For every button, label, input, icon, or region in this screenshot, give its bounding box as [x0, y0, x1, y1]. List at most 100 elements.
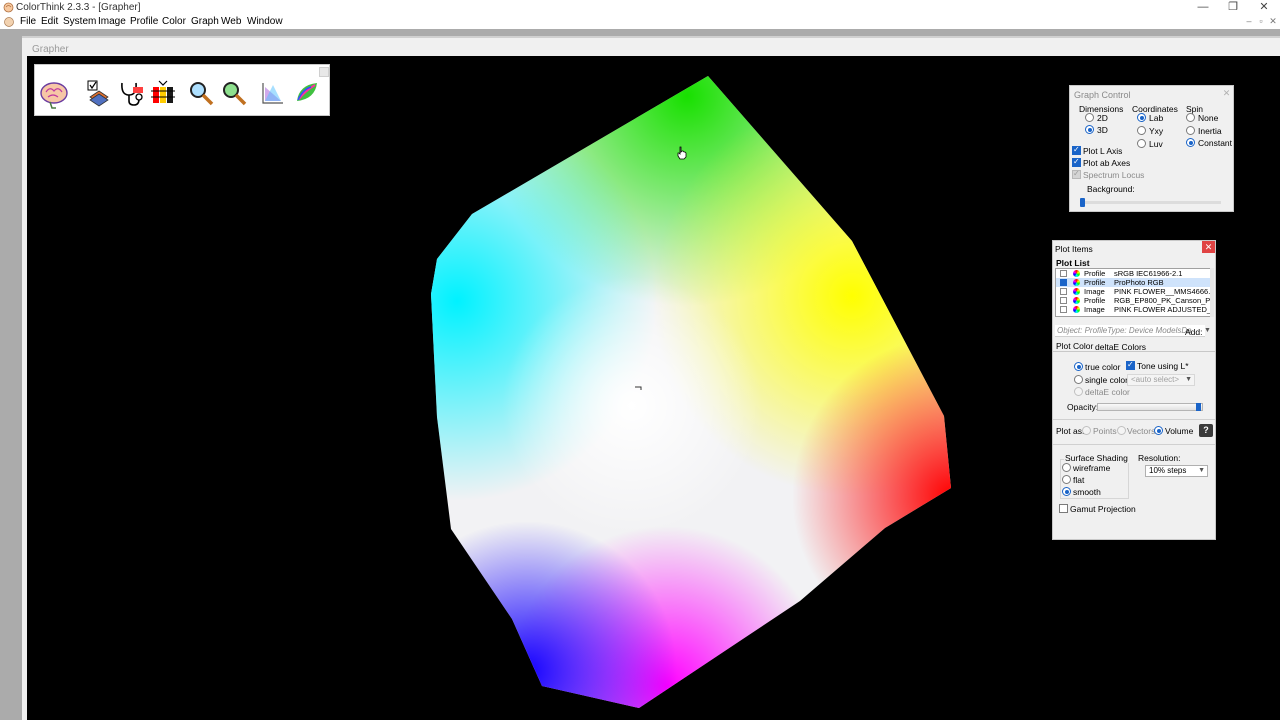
section-divider: [1053, 444, 1215, 445]
zoom-out-icon[interactable]: [220, 79, 248, 107]
plot-list-row[interactable]: Profile RGB_EP800_PK_Canson_Pl...: [1056, 296, 1213, 305]
deltae-color-label: deltaE color: [1085, 387, 1130, 397]
menu-color[interactable]: Color: [162, 16, 186, 27]
minimize-button[interactable]: —: [1188, 0, 1218, 15]
plot-row-checkbox[interactable]: [1060, 306, 1067, 313]
plot-as-vectors-radio[interactable]: [1117, 426, 1126, 435]
dimensions-3d-radio[interactable]: [1085, 125, 1094, 134]
spin-inertia-radio[interactable]: [1186, 126, 1195, 135]
close-button[interactable]: ✕: [1249, 0, 1279, 15]
leaf-icon[interactable]: [293, 79, 321, 107]
coordinates-lab-radio[interactable]: [1137, 113, 1146, 122]
profile-color-icon: [1073, 297, 1080, 304]
plot-list-row[interactable]: Image PINK FLOWER ADJUSTED_...: [1056, 305, 1213, 314]
menu-image[interactable]: Image: [98, 16, 126, 27]
grapher-title: Grapher: [32, 44, 69, 55]
stethoscope-icon[interactable]: [117, 79, 145, 107]
menu-window[interactable]: Window: [247, 16, 283, 27]
document-icon[interactable]: [3, 16, 15, 28]
coordinates-luv-radio[interactable]: [1137, 139, 1146, 148]
shading-wireframe-radio[interactable]: [1062, 463, 1071, 472]
plot-row-checkbox[interactable]: [1060, 279, 1067, 286]
plot-list[interactable]: Profile sRGB IEC61966-2.1 Profile ProPho…: [1055, 268, 1214, 317]
menu-profile[interactable]: Profile: [130, 16, 158, 27]
single-color-radio[interactable]: [1074, 375, 1083, 384]
object-info-text: Object: ProfileType: Device ModelsDa: [1057, 326, 1192, 335]
resolution-select[interactable]: 10% steps ▼: [1145, 465, 1208, 477]
mdi-minimize-button[interactable]: –: [1244, 16, 1254, 27]
coordinates-yxy-radio[interactable]: [1137, 126, 1146, 135]
plot-row-name: ProPhoto RGB: [1114, 278, 1164, 287]
grapher-toolbar: [34, 64, 330, 116]
single-color-select[interactable]: <auto select> ▼: [1127, 374, 1195, 386]
single-color-select-value: <auto select>: [1131, 375, 1180, 384]
coordinates-luv-label: Luv: [1149, 139, 1163, 149]
dimensions-2d-radio[interactable]: [1085, 113, 1094, 122]
plot-list-scrollbar[interactable]: [1210, 268, 1214, 317]
coordinates-lab-label: Lab: [1149, 113, 1164, 123]
plot-list-row[interactable]: Profile sRGB IEC61966-2.1: [1056, 269, 1213, 278]
help-button[interactable]: ?: [1199, 424, 1213, 437]
plot-items-title: Plot Items: [1055, 244, 1093, 254]
shading-smooth-radio[interactable]: [1062, 487, 1071, 496]
plot-l-axis-checkbox[interactable]: [1072, 145, 1081, 155]
gamut-projection-checkbox[interactable]: [1059, 504, 1068, 513]
mdi-restore-button[interactable]: ▫: [1256, 16, 1266, 27]
true-color-radio[interactable]: [1074, 362, 1083, 371]
plot-row-type: Image: [1084, 287, 1105, 296]
title-bar: ColorThink 2.3.3 - [Grapher] — ❐ ✕: [0, 0, 1280, 15]
shading-flat-radio[interactable]: [1062, 475, 1071, 484]
plot-icon[interactable]: [85, 79, 113, 107]
menu-file[interactable]: File: [20, 16, 36, 27]
dimensions-2d-label: 2D: [1097, 113, 1108, 123]
profile-color-icon: [1073, 270, 1080, 277]
resolution-select-value: 10% steps: [1149, 466, 1187, 475]
spin-none-radio[interactable]: [1186, 113, 1195, 122]
plot-row-name: sRGB IEC61966-2.1: [1114, 269, 1183, 278]
plot-ab-axes-checkbox[interactable]: [1072, 157, 1081, 167]
menu-edit[interactable]: Edit: [41, 16, 58, 27]
background-slider-track[interactable]: [1081, 201, 1221, 204]
plot-row-checkbox[interactable]: [1060, 297, 1067, 304]
plot-as-points-radio[interactable]: [1082, 426, 1091, 435]
menu-web[interactable]: Web: [221, 16, 241, 27]
opacity-label: Opacity:: [1067, 402, 1099, 412]
dimensions-3d-label: 3D: [1097, 125, 1108, 135]
plot-as-points-label: Points: [1093, 426, 1117, 436]
color-compare-icon[interactable]: [149, 79, 177, 107]
plot-as-volume-radio[interactable]: [1154, 426, 1163, 435]
image-color-icon: [1073, 288, 1080, 295]
spin-constant-radio[interactable]: [1186, 138, 1195, 147]
graph-2d-icon[interactable]: [259, 79, 287, 107]
menu-graph[interactable]: Graph: [191, 16, 219, 27]
toolbar-close-button[interactable]: [319, 67, 329, 77]
plot-as-label: Plot as:: [1056, 426, 1085, 436]
plot-items-close-button[interactable]: ✕: [1202, 241, 1215, 253]
shading-wireframe-label: wireframe: [1073, 463, 1111, 473]
section-divider: [1053, 419, 1215, 420]
background-slider-thumb[interactable]: [1080, 198, 1085, 207]
brain-icon[interactable]: [38, 80, 70, 110]
plot-row-checkbox[interactable]: [1060, 270, 1067, 277]
plot-row-checkbox[interactable]: [1060, 288, 1067, 295]
deltae-color-radio[interactable]: [1074, 387, 1083, 396]
plot-list-row[interactable]: Profile ProPhoto RGB: [1056, 278, 1213, 287]
plot-row-name: RGB_EP800_PK_Canson_Pl...: [1114, 296, 1212, 305]
spectrum-locus-checkbox[interactable]: [1072, 169, 1081, 179]
menu-system[interactable]: System: [63, 16, 96, 27]
zoom-in-icon[interactable]: [187, 79, 215, 107]
maximize-button[interactable]: ❐: [1218, 0, 1248, 15]
plot-row-type: Profile: [1084, 269, 1106, 278]
tone-using-l-checkbox[interactable]: [1126, 360, 1135, 370]
spin-inertia-label: Inertia: [1198, 126, 1222, 136]
plot-list-row[interactable]: Image PINK FLOWER__MMS4666.tif: [1056, 287, 1213, 296]
opacity-slider-thumb[interactable]: [1196, 403, 1201, 411]
mdi-close-button[interactable]: ✕: [1268, 16, 1278, 27]
add-dropdown-arrow-icon[interactable]: ▼: [1204, 327, 1211, 334]
graph-control-close-button[interactable]: ✕: [1221, 88, 1232, 98]
opacity-slider[interactable]: [1097, 403, 1203, 411]
tab-plot-color[interactable]: Plot Color: [1056, 341, 1093, 351]
menu-bar: File Edit System Image Profile Color Gra…: [0, 15, 1280, 29]
tabs-divider: [1053, 351, 1215, 352]
background-label: Background:: [1087, 184, 1135, 194]
